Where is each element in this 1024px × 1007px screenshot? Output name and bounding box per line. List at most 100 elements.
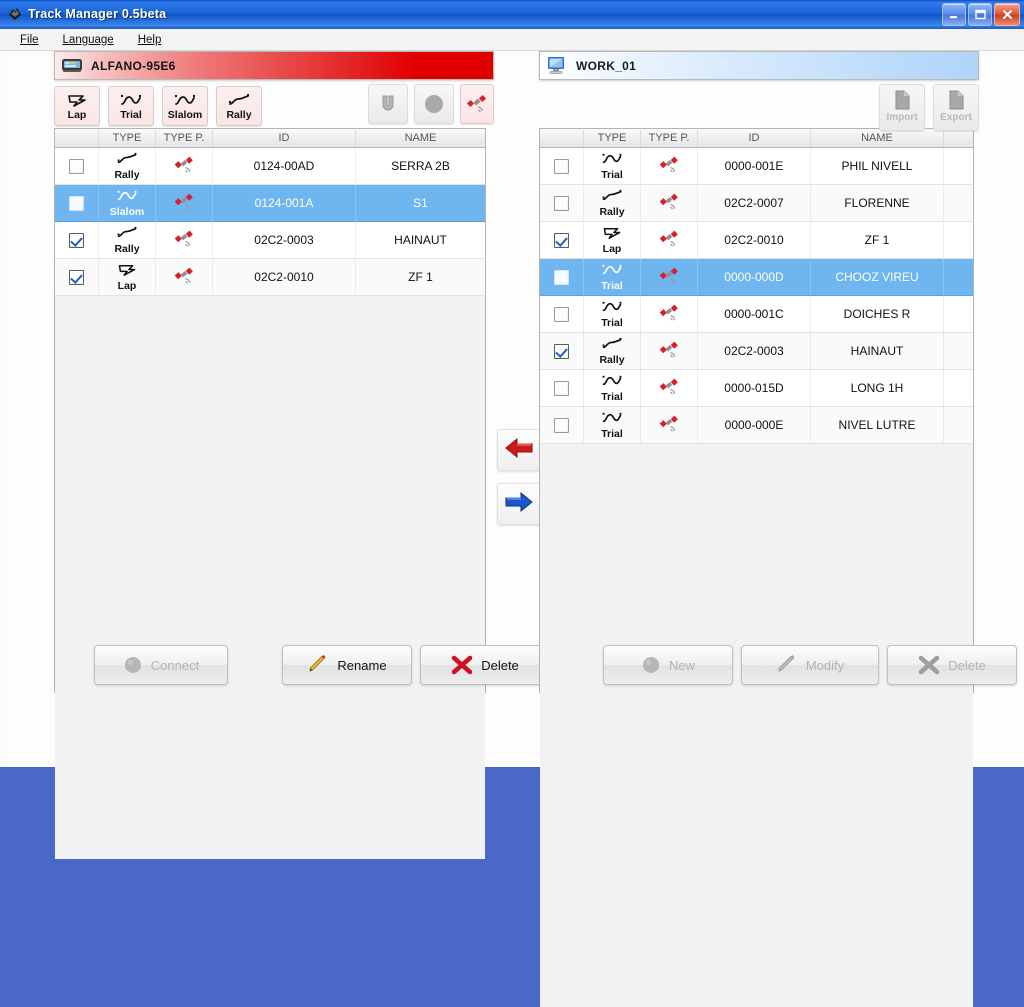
magnet-button[interactable] [368, 84, 408, 124]
table-row[interactable]: Trial 0000-015D LONG 1H [540, 370, 973, 407]
slalom-button[interactable]: Slalom [162, 86, 208, 126]
row-extra-cell [944, 333, 973, 369]
trial-icon [599, 373, 625, 392]
row-name-cell: HAINAUT [811, 333, 944, 369]
row-checkbox[interactable] [554, 343, 569, 359]
row-type-cell: Lap [584, 222, 641, 258]
satellite-icon [657, 265, 681, 290]
minimize-button[interactable] [942, 3, 966, 26]
table-row[interactable]: Rally 0124-00AD SERRA 2B [55, 148, 485, 185]
row-checkbox-cell[interactable] [540, 259, 584, 295]
row-type-cell: Rally [99, 222, 156, 258]
row-checkbox-cell[interactable] [55, 222, 99, 258]
new-button[interactable]: New [603, 645, 733, 685]
row-typep-cell [156, 148, 213, 184]
row-type-label: Trial [601, 391, 623, 403]
row-checkbox[interactable] [554, 306, 569, 322]
row-typep-cell [641, 148, 698, 184]
export-button[interactable]: Export [933, 84, 979, 131]
row-id-cell: 0000-015D [698, 370, 811, 406]
row-id-cell: 02C2-0003 [698, 333, 811, 369]
device-list-empty-area [55, 296, 485, 859]
table-row[interactable]: Slalom 0124-001A S1 [55, 185, 485, 222]
row-checkbox-cell[interactable] [540, 222, 584, 258]
table-row[interactable]: Lap 02C2-0010 ZF 1 [540, 222, 973, 259]
device-track-list[interactable]: TYPE TYPE P. ID NAME Rally 0124-00AD SERRA… [54, 128, 486, 859]
close-button[interactable] [994, 3, 1020, 26]
rename-button[interactable]: Rename [282, 645, 412, 685]
row-extra-cell [944, 222, 973, 258]
row-checkbox-cell[interactable] [540, 296, 584, 332]
import-button[interactable]: Import [879, 84, 925, 131]
row-checkbox[interactable] [554, 158, 569, 174]
circle-button[interactable] [414, 84, 454, 124]
delete-button-label: Delete [948, 657, 986, 673]
satellite-icon [657, 376, 681, 401]
menu-help[interactable]: Help [126, 32, 174, 48]
workspace-track-list[interactable]: TYPE TYPE P. ID NAME Trial 0000-001E PHIL … [539, 128, 974, 1007]
row-checkbox[interactable] [554, 380, 569, 396]
menu-bar: File Language Help [0, 29, 1024, 51]
row-name-cell: FLORENNE [811, 185, 944, 221]
row-checkbox[interactable] [554, 417, 569, 433]
device-action-bar: Connect Rename Delete [94, 645, 550, 685]
row-checkbox-cell[interactable] [55, 148, 99, 184]
cross-icon [451, 655, 473, 675]
pencil-icon [776, 655, 798, 675]
maximize-button[interactable] [968, 3, 992, 26]
table-row[interactable]: Rally 02C2-0003 HAINAUT [55, 222, 485, 259]
row-checkbox-cell[interactable] [55, 185, 99, 221]
table-row[interactable]: Trial 0000-001E PHIL NIVELL [540, 148, 973, 185]
row-checkbox[interactable] [69, 158, 84, 174]
row-name-cell: LONG 1H [811, 370, 944, 406]
app-icon [7, 6, 23, 22]
row-checkbox-cell[interactable] [540, 333, 584, 369]
table-row[interactable]: Lap 02C2-0010 ZF 1 [55, 259, 485, 296]
device-toolbar-right [368, 84, 494, 124]
delete-button[interactable]: Delete [420, 645, 550, 685]
lap-button[interactable]: Lap [54, 86, 100, 126]
row-checkbox[interactable] [69, 195, 84, 211]
column-header-name: NAME [811, 129, 944, 147]
row-checkbox[interactable] [69, 232, 84, 248]
workspace-name: WORK_01 [576, 58, 637, 73]
connect-button[interactable]: Connect [94, 645, 228, 685]
row-id-cell: 0124-001A [213, 185, 356, 221]
row-checkbox-cell[interactable] [540, 370, 584, 406]
delete-button-label: Delete [481, 657, 519, 673]
menu-language[interactable]: Language [51, 32, 126, 48]
row-name-cell: ZF 1 [408, 270, 433, 284]
row-checkbox-cell[interactable] [540, 148, 584, 184]
workspace-table-header: TYPE TYPE P. ID NAME [540, 129, 973, 148]
device-name: ALFANO-95E6 [91, 58, 176, 73]
trial-icon [599, 299, 625, 318]
row-id-cell: 0000-001C [698, 296, 811, 332]
menu-file[interactable]: File [8, 32, 51, 48]
row-typep-cell [156, 222, 213, 258]
row-checkbox[interactable] [554, 195, 569, 211]
modify-button[interactable]: Modify [741, 645, 879, 685]
table-row[interactable]: Trial 0000-000E NIVEL LUTRE [540, 407, 973, 444]
row-checkbox[interactable] [554, 232, 569, 248]
delete-button[interactable]: Delete [887, 645, 1017, 685]
column-header-extra [944, 130, 973, 147]
satellite-button[interactable] [460, 84, 494, 124]
trial-button[interactable]: Trial [108, 86, 154, 126]
row-typep-cell [641, 333, 698, 369]
row-checkbox[interactable] [69, 269, 84, 285]
transfer-to-right-button[interactable] [497, 483, 541, 525]
device-toolbar: Lap Trial Slalom Rally [54, 84, 494, 128]
row-checkbox[interactable] [554, 269, 569, 285]
new-icon [641, 655, 661, 675]
table-row[interactable]: Rally 02C2-0007 FLORENNE [540, 185, 973, 222]
row-type-cell: Trial [584, 296, 641, 332]
row-checkbox-cell[interactable] [540, 185, 584, 221]
transfer-to-left-button[interactable] [497, 429, 541, 471]
row-checkbox-cell[interactable] [540, 407, 584, 443]
row-checkbox-cell[interactable] [55, 259, 99, 295]
rally-button[interactable]: Rally [216, 86, 262, 126]
window-controls [942, 3, 1020, 26]
table-row[interactable]: Rally 02C2-0003 HAINAUT [540, 333, 973, 370]
table-row[interactable]: Trial 0000-000D CHOOZ VIREU [540, 259, 973, 296]
table-row[interactable]: Trial 0000-001C DOICHES R [540, 296, 973, 333]
